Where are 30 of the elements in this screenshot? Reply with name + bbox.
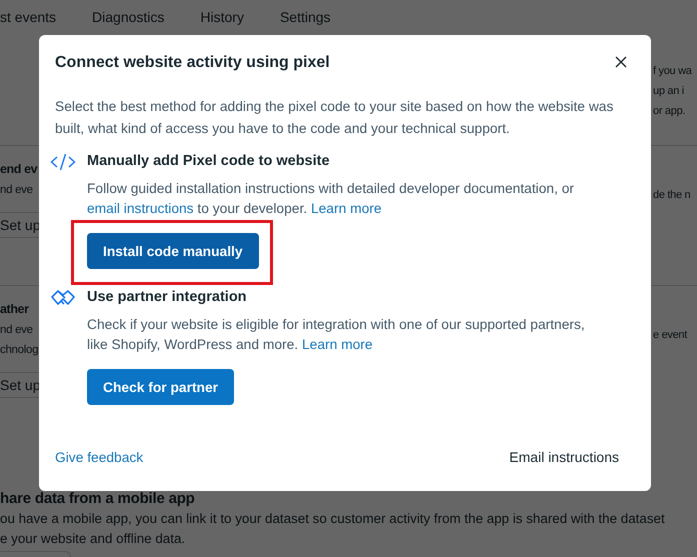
text-line: ou have a mobile app, you can link it to your dataset so customer activity from the app is shared with the dataset <box>0 510 666 528</box>
text-line: nd eve <box>0 183 33 198</box>
option-title: Use partner integration <box>87 288 248 307</box>
text-line: up an i <box>653 84 685 99</box>
text-line: de the n <box>653 188 692 203</box>
text-line: chnolog <box>0 343 38 358</box>
tab[interactable]: st events <box>0 9 56 25</box>
text-line: e event <box>653 328 688 343</box>
tab[interactable]: Settings <box>280 9 331 25</box>
feedback-link[interactable]: Give feedback <box>55 450 144 464</box>
tab[interactable]: History <box>200 9 244 25</box>
text-line: f you wa <box>653 64 693 79</box>
primary-button[interactable]: Install code manually <box>87 233 259 269</box>
text-line: or app. <box>653 104 686 119</box>
link[interactable]: Learn more <box>302 337 373 352</box>
link[interactable]: email instructions <box>87 201 194 216</box>
primary-button[interactable]: Check for partner <box>87 369 234 405</box>
dialog-description: Select the best method for adding the pixel code to your site based on how the website was built, what kind of access you have to the code and your technical support. <box>55 98 614 138</box>
option-description: Check if your website is eligible for integration with one of our supported partners, like Shopify, WordPress and more. Learn more <box>87 316 586 354</box>
option-description: Follow guided installation instructions with detailed developer documentation, or email instructions to your developer. Learn more <box>87 180 576 218</box>
section-heading: end ev <box>0 161 38 178</box>
text-line: e your website and offline data. <box>0 530 186 548</box>
section-heading: ather <box>0 301 29 318</box>
email-button[interactable]: Email instructions <box>509 449 619 465</box>
section-heading: hare data from a mobile app <box>0 489 196 509</box>
option-title: Manually add Pixel code to website <box>87 152 331 171</box>
tab[interactable]: Diagnostics <box>92 9 164 25</box>
dialog-title: Connect website activity using pixel <box>55 54 330 72</box>
text-line: nd eve <box>0 323 33 338</box>
link[interactable]: Learn more <box>310 201 382 216</box>
